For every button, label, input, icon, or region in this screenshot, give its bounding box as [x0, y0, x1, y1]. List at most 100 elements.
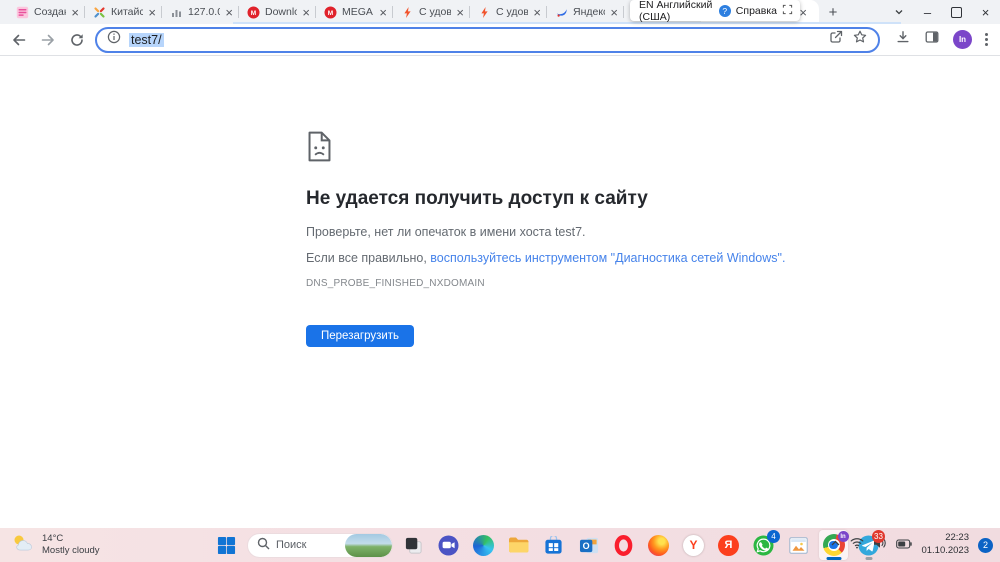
svg-text:O: O: [582, 541, 589, 551]
pink-table-favicon: [16, 6, 29, 19]
battery-icon[interactable]: [896, 536, 912, 554]
edge-button[interactable]: [469, 530, 498, 560]
yandex-icon: Я: [718, 535, 739, 556]
window-controls: – ×: [884, 0, 1000, 24]
clock[interactable]: 22:23 01.10.2023: [921, 532, 969, 558]
tab-sudovo-1[interactable]: С удово ×: [393, 0, 470, 24]
back-button[interactable]: [8, 29, 30, 51]
tab-label: Китайск: [111, 6, 143, 18]
clock-date: 01.10.2023: [921, 545, 969, 556]
telegram-badge: 33: [872, 530, 885, 543]
error-line-2-prefix: Если все правильно,: [306, 251, 430, 265]
tab-close-icon[interactable]: ×: [533, 6, 541, 19]
photo-app-button[interactable]: [784, 530, 813, 560]
reload-button[interactable]: [66, 29, 88, 51]
language-indicator[interactable]: EN Английский (США): [639, 0, 714, 23]
mega-favicon: M: [247, 6, 260, 19]
sad-file-icon: [306, 131, 333, 167]
yandex-browser-icon: Y: [683, 535, 704, 556]
tab-close-icon[interactable]: ×: [71, 6, 79, 19]
firefox-button[interactable]: [644, 530, 673, 560]
address-bar[interactable]: test7/: [95, 27, 880, 53]
outlook-button[interactable]: O: [574, 530, 603, 560]
taskbar: 14°C Mostly cloudy Поиск O Y Я 4: [0, 528, 1000, 562]
wifi-icon[interactable]: [850, 536, 864, 554]
whatsapp-button[interactable]: 4: [749, 530, 778, 560]
tab-label: MEGA: [342, 6, 374, 18]
tab-close-icon[interactable]: ×: [302, 6, 310, 19]
language-bar: EN Английский (США) ? Справка: [630, 0, 800, 21]
tab-close-icon[interactable]: ×: [456, 6, 464, 19]
tray-chevron-icon[interactable]: [830, 536, 841, 554]
search-highlight-image[interactable]: [345, 534, 392, 557]
toolbar-right-group: In: [887, 29, 992, 50]
tab-yandex[interactable]: Яндекс ×: [547, 0, 624, 24]
error-line-2: Если все правильно, воспользуйтесь инстр…: [306, 251, 785, 265]
yandex-button[interactable]: Я: [714, 530, 743, 560]
tab-kitaysk[interactable]: Китайск ×: [85, 0, 162, 24]
task-view-button[interactable]: [399, 530, 428, 560]
firefox-icon: [648, 535, 669, 556]
edge-icon: [473, 535, 494, 556]
whatsapp-badge: 4: [767, 530, 780, 543]
side-panel-icon[interactable]: [924, 29, 940, 50]
close-window-button[interactable]: ×: [971, 0, 1000, 24]
opera-button[interactable]: [609, 530, 638, 560]
downloads-icon[interactable]: [895, 29, 911, 50]
weather-widget[interactable]: 14°C Mostly cloudy: [10, 528, 100, 562]
yandex-browser-favicon: [555, 6, 568, 19]
browser-menu-icon[interactable]: [985, 33, 988, 46]
tab-close-icon[interactable]: ×: [799, 6, 807, 19]
chat-button[interactable]: [434, 530, 463, 560]
tab-download[interactable]: M Downloa ×: [239, 0, 316, 24]
tab-close-icon[interactable]: ×: [379, 6, 387, 19]
site-info-icon[interactable]: [107, 30, 121, 49]
weather-icon: [10, 532, 36, 559]
help-link[interactable]: Справка: [736, 5, 777, 17]
tab-label: Яндекс: [573, 6, 605, 18]
network-diagnostics-link[interactable]: воспользуйтесь инструментом "Диагностика…: [430, 251, 785, 265]
tab-label: С удово: [419, 6, 451, 18]
mega-favicon: M: [324, 6, 337, 19]
tab-sudovo-2[interactable]: С удово ×: [470, 0, 547, 24]
yandex-browser-button[interactable]: Y: [679, 530, 708, 560]
search-placeholder: Поиск: [276, 539, 306, 551]
tab-close-icon[interactable]: ×: [610, 6, 618, 19]
error-code: DNS_PROBE_FINISHED_NXDOMAIN: [306, 278, 485, 289]
tab-label: С удово: [496, 6, 528, 18]
tab-strip: Создани × Китайск × 127.0.0.1 × M Downlo…: [0, 0, 1000, 24]
forward-button[interactable]: [37, 29, 59, 51]
file-explorer-button[interactable]: [504, 530, 533, 560]
tab-sozdanie[interactable]: Создани ×: [8, 0, 85, 24]
joomla-favicon: [93, 6, 106, 19]
error-title: Не удается получить доступ к сайту: [306, 188, 648, 210]
svg-text:M: M: [328, 10, 333, 17]
tab-close-icon[interactable]: ×: [148, 6, 156, 19]
start-button[interactable]: [212, 530, 241, 560]
share-icon[interactable]: [828, 29, 844, 50]
tab-label: Downloa: [265, 6, 297, 18]
browser-toolbar: test7/ In: [0, 24, 1000, 56]
restore-layout-icon[interactable]: [782, 4, 793, 18]
search-icon: [257, 537, 270, 553]
taskbar-search[interactable]: Поиск: [247, 533, 393, 558]
reload-page-button[interactable]: Перезагрузить: [306, 325, 414, 347]
tab-mega[interactable]: M MEGA ×: [316, 0, 393, 24]
error-page: Не удается получить доступ к сайту Прове…: [0, 57, 1000, 528]
minimize-button[interactable]: –: [913, 0, 942, 24]
tab-search-chevron-icon[interactable]: [884, 0, 913, 24]
error-line-1: Проверьте, нет ли опечаток в имени хоста…: [306, 225, 586, 239]
clock-time: 22:23: [945, 532, 969, 543]
microsoft-store-button[interactable]: [539, 530, 568, 560]
tab-close-icon[interactable]: ×: [225, 6, 233, 19]
taskbar-center: Поиск O Y Я 4 In: [212, 530, 883, 560]
notification-count-badge[interactable]: 2: [978, 538, 993, 553]
tab-label: 127.0.0.1: [188, 6, 220, 18]
screen: Создани × Китайск × 127.0.0.1 × M Downlo…: [0, 0, 1000, 562]
maximize-button[interactable]: [942, 0, 971, 24]
profile-avatar[interactable]: In: [953, 30, 972, 49]
lightning-favicon: [478, 6, 491, 19]
bookmark-star-icon[interactable]: [852, 29, 868, 50]
new-tab-button[interactable]: +: [819, 0, 847, 24]
tab-127001[interactable]: 127.0.0.1 ×: [162, 0, 239, 24]
